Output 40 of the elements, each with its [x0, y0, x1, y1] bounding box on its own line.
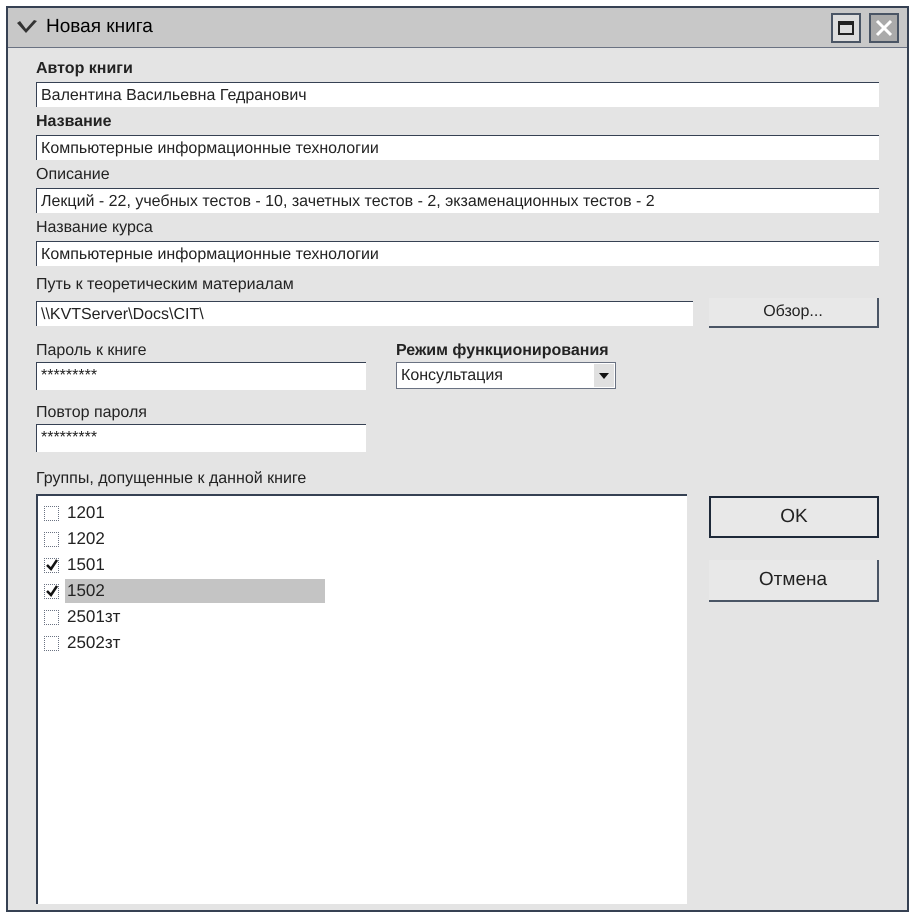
- input-field[interactable]: *********: [36, 424, 366, 452]
- field-label: Описание: [36, 165, 111, 185]
- list-item[interactable]: 2502зт: [65, 631, 122, 655]
- mode-dropdown[interactable]: Консультация: [396, 362, 616, 389]
- browse-button[interactable]: Обзор...: [709, 298, 879, 328]
- checkbox[interactable]: [44, 610, 59, 624]
- list-item[interactable]: 2501зт: [65, 605, 122, 629]
- check-icon: [46, 585, 58, 597]
- check-icon: [46, 559, 58, 571]
- input-field[interactable]: *********: [36, 362, 366, 390]
- input-field[interactable]: Валентина Васильевна Гедранович: [36, 82, 879, 107]
- field-label: Название курса: [36, 218, 154, 238]
- field-label: Автор книги: [36, 59, 134, 79]
- maximize-icon: [838, 20, 854, 34]
- field-label: Повтор пароля: [36, 403, 148, 423]
- list-item[interactable]: 1502: [65, 579, 325, 603]
- close-icon: [875, 18, 893, 36]
- checkbox[interactable]: [44, 584, 59, 598]
- input-field[interactable]: Компьютерные информационные технологии: [36, 135, 879, 160]
- input-field[interactable]: Компьютерные информационные технологии: [36, 241, 879, 266]
- field-label: Режим функционирования: [396, 341, 610, 361]
- checkbox[interactable]: [44, 506, 59, 520]
- list-item[interactable]: 1501: [65, 553, 107, 577]
- input-field[interactable]: Лекций - 22, учебных тестов - 10, зачетных тестов - 2, экзаменационных тестов - 2: [36, 188, 879, 213]
- window-title: Новая книга: [46, 15, 154, 40]
- list-item[interactable]: 1201: [65, 501, 107, 525]
- dialog-button[interactable]: Отмена: [709, 560, 879, 602]
- field-label: Пароль к книге: [36, 341, 148, 361]
- field-label: Название: [36, 112, 113, 132]
- close-button[interactable]: [869, 12, 899, 42]
- dialog-button[interactable]: OK: [709, 496, 879, 538]
- checkbox[interactable]: [44, 636, 59, 650]
- maximize-button[interactable]: [831, 12, 861, 42]
- checkbox[interactable]: [44, 558, 59, 572]
- dropdown-value: Консультация: [400, 366, 504, 386]
- checkbox[interactable]: [44, 532, 59, 546]
- input-field[interactable]: \\KVTServer\Docs\CIT\: [36, 300, 693, 326]
- field-label: Группы, допущенные к данной книге: [36, 469, 308, 489]
- list-item[interactable]: 1202: [65, 527, 107, 551]
- field-label: Путь к теоретическим материалам: [36, 275, 295, 295]
